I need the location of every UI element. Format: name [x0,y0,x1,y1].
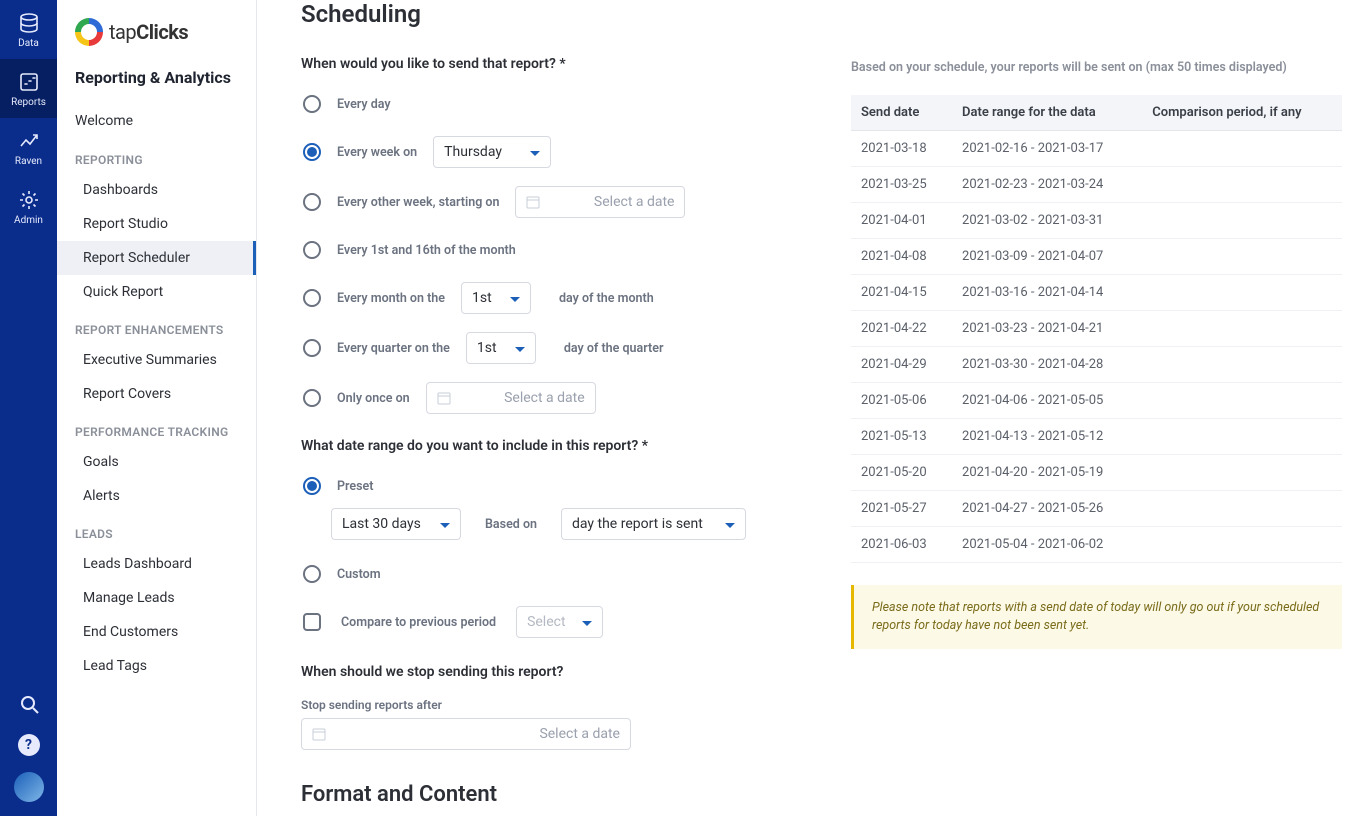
label-compare: Compare to previous period [341,615,496,630]
sidebar-item-report-studio[interactable]: Report Studio [57,207,256,241]
sidebar-item-report-covers[interactable]: Report Covers [57,377,256,411]
suffix-quarter: day of the quarter [564,341,664,356]
label-every-week: Every week on [337,145,417,160]
sidebar-item-welcome[interactable]: Welcome [57,103,256,139]
sidebar-item-report-scheduler[interactable]: Report Scheduler [57,241,256,275]
table-row: 2021-04-082021-03-09 - 2021-04-07 [851,239,1342,275]
app-title: Reporting & Analytics [57,54,256,103]
stop-label: Stop sending reports after [301,698,841,712]
table-row: 2021-03-252021-02-23 - 2021-03-24 [851,167,1342,203]
scheduling-heading: Scheduling [301,0,841,28]
preview-note: Please note that reports with a send dat… [851,585,1342,649]
table-row: 2021-05-132021-04-13 - 2021-05-12 [851,419,1342,455]
table-row: 2021-05-202021-04-20 - 2021-05-19 [851,455,1342,491]
radio-custom[interactable] [303,565,321,583]
col-date-range: Date range for the data [952,95,1142,131]
select-month-day[interactable]: 1st [461,282,531,314]
help-icon[interactable]: ? [18,734,40,756]
radio-every-month[interactable] [303,289,321,307]
sidebar-item-goals[interactable]: Goals [57,445,256,479]
format-heading: Format and Content [301,782,841,807]
calendar-icon [312,727,326,741]
date-input-every-other-week[interactable]: Select a date [515,186,685,218]
gear-icon [18,189,40,211]
chevron-down-icon [440,519,450,529]
icon-rail: Data Reports Raven Admin ? [0,0,57,816]
preview-table: Send date Date range for the data Compar… [851,95,1342,563]
col-send-date: Send date [851,95,952,131]
calendar-icon [437,391,451,405]
logo: tapClicks [57,0,256,54]
chevron-down-icon [725,519,735,529]
sidebar: tapClicks Reporting & Analytics Welcome … [57,0,257,816]
radio-every-day[interactable] [303,95,321,113]
label-every-quarter: Every quarter on the [337,341,450,356]
label-custom: Custom [337,567,381,582]
radio-only-once[interactable] [303,389,321,407]
chevron-down-icon [515,343,525,353]
select-compare-period[interactable]: Select [516,606,602,638]
table-row: 2021-05-272021-04-27 - 2021-05-26 [851,491,1342,527]
chevron-down-icon [510,293,520,303]
sidebar-group-enhancements: REPORT ENHANCEMENTS [57,309,256,343]
calendar-icon [526,195,540,209]
sidebar-group-perf-tracking: PERFORMANCE TRACKING [57,411,256,445]
table-row: 2021-03-182021-02-16 - 2021-03-17 [851,131,1342,167]
when-question: When would you like to send that report?… [301,56,841,72]
checkbox-compare[interactable] [303,613,321,631]
rail-item-admin[interactable]: Admin [0,177,57,236]
rail-item-data[interactable]: Data [0,0,57,59]
radio-every-quarter[interactable] [303,339,321,357]
radio-every-other-week[interactable] [303,193,321,211]
stop-question: When should we stop sending this report? [301,664,841,680]
select-based-on[interactable]: day the report is sent [561,508,746,540]
label-every-other-week: Every other week, starting on [337,195,499,210]
sidebar-item-end-customers[interactable]: End Customers [57,615,256,649]
date-input-only-once[interactable]: Select a date [426,382,596,414]
sidebar-item-lead-tags[interactable]: Lead Tags [57,649,256,683]
chevron-down-icon [582,617,592,627]
sidebar-item-quick-report[interactable]: Quick Report [57,275,256,309]
table-row: 2021-04-152021-03-16 - 2021-04-14 [851,275,1342,311]
suffix-month: day of the month [559,291,654,306]
label-preset: Preset [337,479,373,494]
avatar[interactable] [14,772,44,802]
label-every-day: Every day [337,97,391,112]
analytics-icon [18,130,40,152]
select-quarter-day[interactable]: 1st [466,332,536,364]
sidebar-item-manage-leads[interactable]: Manage Leads [57,581,256,615]
sidebar-item-exec-summaries[interactable]: Executive Summaries [57,343,256,377]
preview-header: Based on your schedule, your reports wil… [851,60,1342,75]
col-comparison: Comparison period, if any [1142,95,1342,131]
select-weekday[interactable]: Thursday [433,136,551,168]
logo-icon [75,18,103,46]
sidebar-group-reporting: REPORTING [57,139,256,173]
label-1st-16th: Every 1st and 16th of the month [337,243,516,258]
sidebar-group-leads: LEADS [57,513,256,547]
label-every-month: Every month on the [337,291,445,306]
table-row: 2021-05-062021-04-06 - 2021-05-05 [851,383,1342,419]
label-only-once: Only once on [337,391,410,406]
rail-item-raven[interactable]: Raven [0,118,57,177]
radio-preset[interactable] [303,477,321,495]
chevron-down-icon [530,147,540,157]
sidebar-item-dashboards[interactable]: Dashboards [57,173,256,207]
database-icon [18,12,40,34]
table-row: 2021-06-032021-05-04 - 2021-06-02 [851,527,1342,563]
daterange-question: What date range do you want to include i… [301,438,841,454]
rail-item-reports[interactable]: Reports [0,59,57,118]
radio-1st-16th[interactable] [303,241,321,259]
table-row: 2021-04-012021-03-02 - 2021-03-31 [851,203,1342,239]
table-row: 2021-04-222021-03-23 - 2021-04-21 [851,311,1342,347]
reports-icon [18,71,40,93]
sidebar-item-leads-dashboard[interactable]: Leads Dashboard [57,547,256,581]
date-input-stop[interactable]: Select a date [301,718,631,750]
select-preset-range[interactable]: Last 30 days [331,508,461,540]
radio-every-week[interactable] [303,143,321,161]
label-based-on: Based on [485,517,537,532]
sidebar-item-alerts[interactable]: Alerts [57,479,256,513]
table-row: 2021-04-292021-03-30 - 2021-04-28 [851,347,1342,383]
search-icon[interactable] [18,693,40,718]
